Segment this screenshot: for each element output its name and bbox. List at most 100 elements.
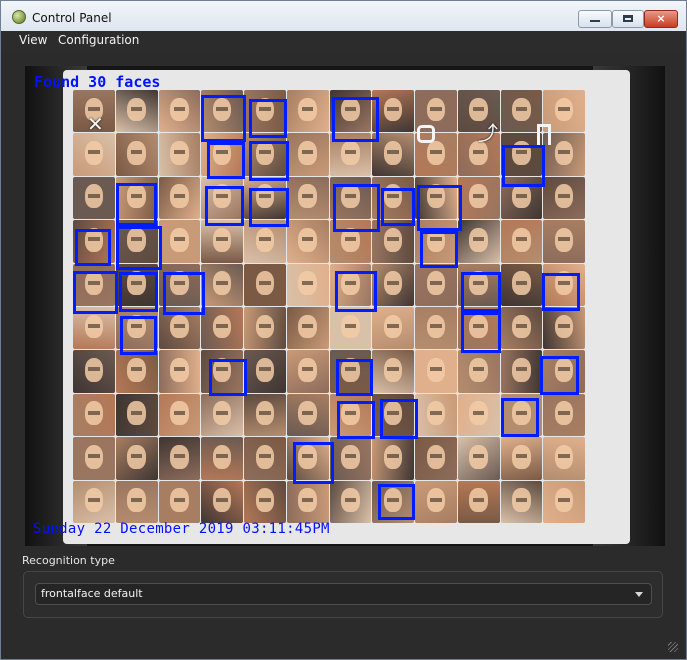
face-thumbnail bbox=[500, 90, 543, 133]
face-thumbnail bbox=[115, 393, 158, 437]
face-detection-box bbox=[337, 401, 375, 439]
face-thumbnail bbox=[115, 350, 158, 393]
chevron-down-icon bbox=[635, 592, 643, 597]
face-thumbnail bbox=[158, 90, 201, 133]
minimize-button[interactable] bbox=[578, 10, 612, 28]
face-thumbnail bbox=[415, 350, 457, 393]
face-detection-box bbox=[417, 185, 462, 231]
control-panel-window: Control Panel × View Configuration ✕ ⤴ F… bbox=[0, 0, 687, 660]
face-thumbnail bbox=[73, 480, 115, 523]
timestamp-text: Sunday 22 December 2019 03:11:45PM bbox=[33, 521, 330, 537]
maximize-icon bbox=[623, 15, 633, 22]
face-detection-box bbox=[380, 399, 418, 439]
face-thumbnail bbox=[115, 133, 158, 176]
face-thumbnail bbox=[286, 393, 329, 437]
face-thumbnail bbox=[457, 480, 500, 523]
face-detection-box bbox=[201, 95, 246, 142]
recognition-type-value: frontalface default bbox=[41, 587, 143, 600]
face-detection-box bbox=[335, 271, 377, 312]
face-detection-box bbox=[209, 359, 247, 396]
face-thumbnail bbox=[372, 263, 414, 306]
minimize-icon bbox=[590, 20, 600, 22]
menu-configuration[interactable]: Configuration bbox=[58, 33, 139, 47]
face-detection-box bbox=[333, 184, 380, 232]
face-detection-box bbox=[332, 97, 379, 142]
menu-bar: View Configuration bbox=[1, 31, 686, 51]
face-thumbnail bbox=[73, 437, 115, 480]
face-thumbnail bbox=[372, 437, 414, 480]
face-thumbnail bbox=[158, 176, 201, 220]
face-detection-box bbox=[73, 271, 118, 314]
bookmark-icon bbox=[537, 124, 551, 145]
title-bar: Control Panel × bbox=[1, 1, 686, 31]
face-thumbnail bbox=[244, 350, 286, 393]
face-thumbnail bbox=[286, 90, 329, 133]
face-detection-box bbox=[163, 272, 205, 315]
app-icon bbox=[12, 10, 26, 24]
face-thumbnail bbox=[286, 176, 329, 220]
face-thumbnail bbox=[201, 220, 243, 263]
face-thumbnail bbox=[457, 393, 500, 437]
share-icon: ⤴ bbox=[478, 121, 498, 145]
face-thumbnail bbox=[500, 220, 543, 263]
face-thumbnail bbox=[500, 480, 543, 523]
face-thumbnail bbox=[415, 263, 457, 306]
face-thumbnail bbox=[73, 133, 115, 176]
face-thumbnail bbox=[415, 393, 457, 437]
face-detection-box bbox=[116, 183, 157, 226]
face-thumbnail bbox=[201, 437, 243, 480]
face-thumbnail bbox=[415, 437, 457, 480]
face-detection-box bbox=[461, 312, 501, 353]
face-thumbnail bbox=[244, 437, 286, 480]
face-thumbnail bbox=[115, 437, 158, 480]
face-detection-box bbox=[207, 142, 245, 179]
face-thumbnail bbox=[73, 350, 115, 393]
face-thumbnail bbox=[543, 220, 585, 263]
face-detection-box bbox=[420, 231, 458, 268]
face-detection-box bbox=[540, 356, 579, 395]
face-detection-box bbox=[120, 316, 157, 355]
face-thumbnail bbox=[244, 393, 286, 437]
face-detection-box bbox=[249, 188, 289, 227]
face-thumbnail bbox=[500, 350, 543, 393]
face-thumbnail bbox=[543, 480, 585, 523]
face-thumbnail bbox=[158, 393, 201, 437]
face-detection-box bbox=[249, 99, 287, 138]
face-thumbnail bbox=[543, 393, 585, 437]
face-thumbnail bbox=[286, 220, 329, 263]
face-detection-box bbox=[75, 229, 111, 266]
face-thumbnail bbox=[201, 263, 243, 306]
video-feed: ✕ ⤴ Found 30 faces Sunday 22 December 20… bbox=[25, 66, 665, 546]
face-thumbnail bbox=[329, 480, 372, 523]
close-button[interactable]: × bbox=[644, 10, 678, 28]
face-thumbnail bbox=[543, 437, 585, 480]
face-detection-box bbox=[119, 272, 158, 312]
face-thumbnail bbox=[286, 307, 329, 350]
face-detection-box bbox=[461, 272, 501, 312]
face-thumbnail bbox=[543, 176, 585, 220]
face-detection-box bbox=[378, 484, 415, 520]
face-thumbnail bbox=[415, 307, 457, 350]
face-detection-box bbox=[293, 442, 334, 484]
face-thumbnail bbox=[244, 480, 286, 523]
face-thumbnail bbox=[329, 437, 372, 480]
face-thumbnail bbox=[158, 437, 201, 480]
face-thumbnail bbox=[115, 90, 158, 133]
face-thumbnail bbox=[500, 437, 543, 480]
face-detection-box bbox=[501, 398, 539, 437]
recognition-type-select[interactable]: frontalface default bbox=[35, 583, 652, 605]
menu-view[interactable]: View bbox=[19, 33, 47, 47]
face-thumbnail bbox=[73, 393, 115, 437]
face-detection-box bbox=[542, 273, 580, 311]
close-icon: ✕ bbox=[87, 112, 104, 136]
face-thumbnail bbox=[457, 350, 500, 393]
resize-grip-icon[interactable] bbox=[668, 642, 678, 652]
face-thumbnail bbox=[372, 350, 414, 393]
face-thumbnail bbox=[158, 350, 201, 393]
face-thumbnail bbox=[201, 393, 243, 437]
face-thumbnail bbox=[115, 480, 158, 523]
face-thumbnail bbox=[329, 307, 372, 350]
maximize-button[interactable] bbox=[612, 10, 644, 28]
face-thumbnail bbox=[415, 480, 457, 523]
face-thumbnail bbox=[500, 307, 543, 350]
